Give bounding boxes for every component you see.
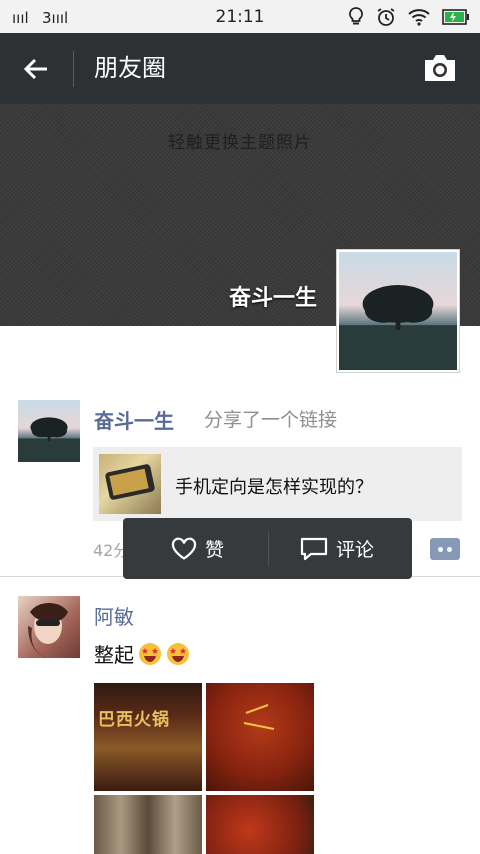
status-icons — [348, 7, 470, 27]
like-label: 赞 — [205, 539, 225, 561]
comment-icon — [300, 537, 328, 560]
post-photos: 阿敏 整起 巴西火锅 — [0, 577, 480, 854]
photo-thumbnail[interactable] — [206, 795, 314, 854]
star-struck-emoji-icon — [167, 642, 189, 665]
link-thumbnail — [99, 454, 161, 514]
post-text: 整起 — [94, 639, 190, 668]
lightbulb-icon — [349, 7, 363, 25]
photo-thumbnail[interactable]: 巴西火锅 — [94, 683, 202, 791]
battery-icon — [442, 9, 469, 25]
nav-divider — [73, 51, 74, 87]
avatar[interactable] — [18, 596, 80, 658]
dot-icon — [447, 547, 452, 552]
alarm-icon — [377, 8, 395, 26]
arrow-left-icon[interactable] — [20, 53, 52, 85]
page-title: 朋友圈 — [94, 54, 166, 82]
post-author-name[interactable]: 阿敏 — [94, 601, 134, 630]
post-text-content: 整起 — [94, 643, 134, 667]
popup-divider — [268, 531, 269, 566]
heart-icon — [171, 537, 197, 560]
photo-grid: 巴西火锅 — [94, 683, 322, 854]
tree-image — [339, 252, 457, 370]
nav-bar: 朋友圈 — [0, 33, 480, 104]
status-bar: ıııl 3ıııl 21:11 — [0, 0, 480, 33]
photo-sign-text: 巴西火锅 — [98, 710, 170, 730]
dot-icon — [438, 547, 443, 552]
owner-avatar[interactable] — [336, 249, 460, 373]
cover-hint: 轻触更换主题照片 — [168, 133, 312, 153]
tree-image — [18, 400, 80, 462]
post-author-name[interactable]: 奋斗一生 — [94, 405, 174, 434]
photo-thumbnail[interactable] — [206, 683, 314, 791]
comment-button[interactable]: 评论 — [300, 518, 374, 579]
wifi-icon — [408, 9, 430, 26]
star-struck-emoji-icon — [139, 642, 161, 665]
post-action-text: 分享了一个链接 — [204, 409, 338, 431]
photo-thumbnail[interactable] — [94, 795, 202, 854]
avatar[interactable] — [18, 400, 80, 462]
owner-name: 奋斗一生 — [228, 286, 317, 311]
more-actions-button[interactable] — [430, 538, 460, 560]
link-title: 手机定向是怎样实现的？ — [175, 477, 373, 498]
like-button[interactable]: 赞 — [171, 518, 224, 579]
action-popup: 赞 评论 — [123, 518, 412, 579]
comment-label: 评论 — [336, 539, 375, 561]
camera-icon[interactable] — [422, 52, 458, 84]
link-card[interactable]: 手机定向是怎样实现的？ — [93, 447, 462, 521]
